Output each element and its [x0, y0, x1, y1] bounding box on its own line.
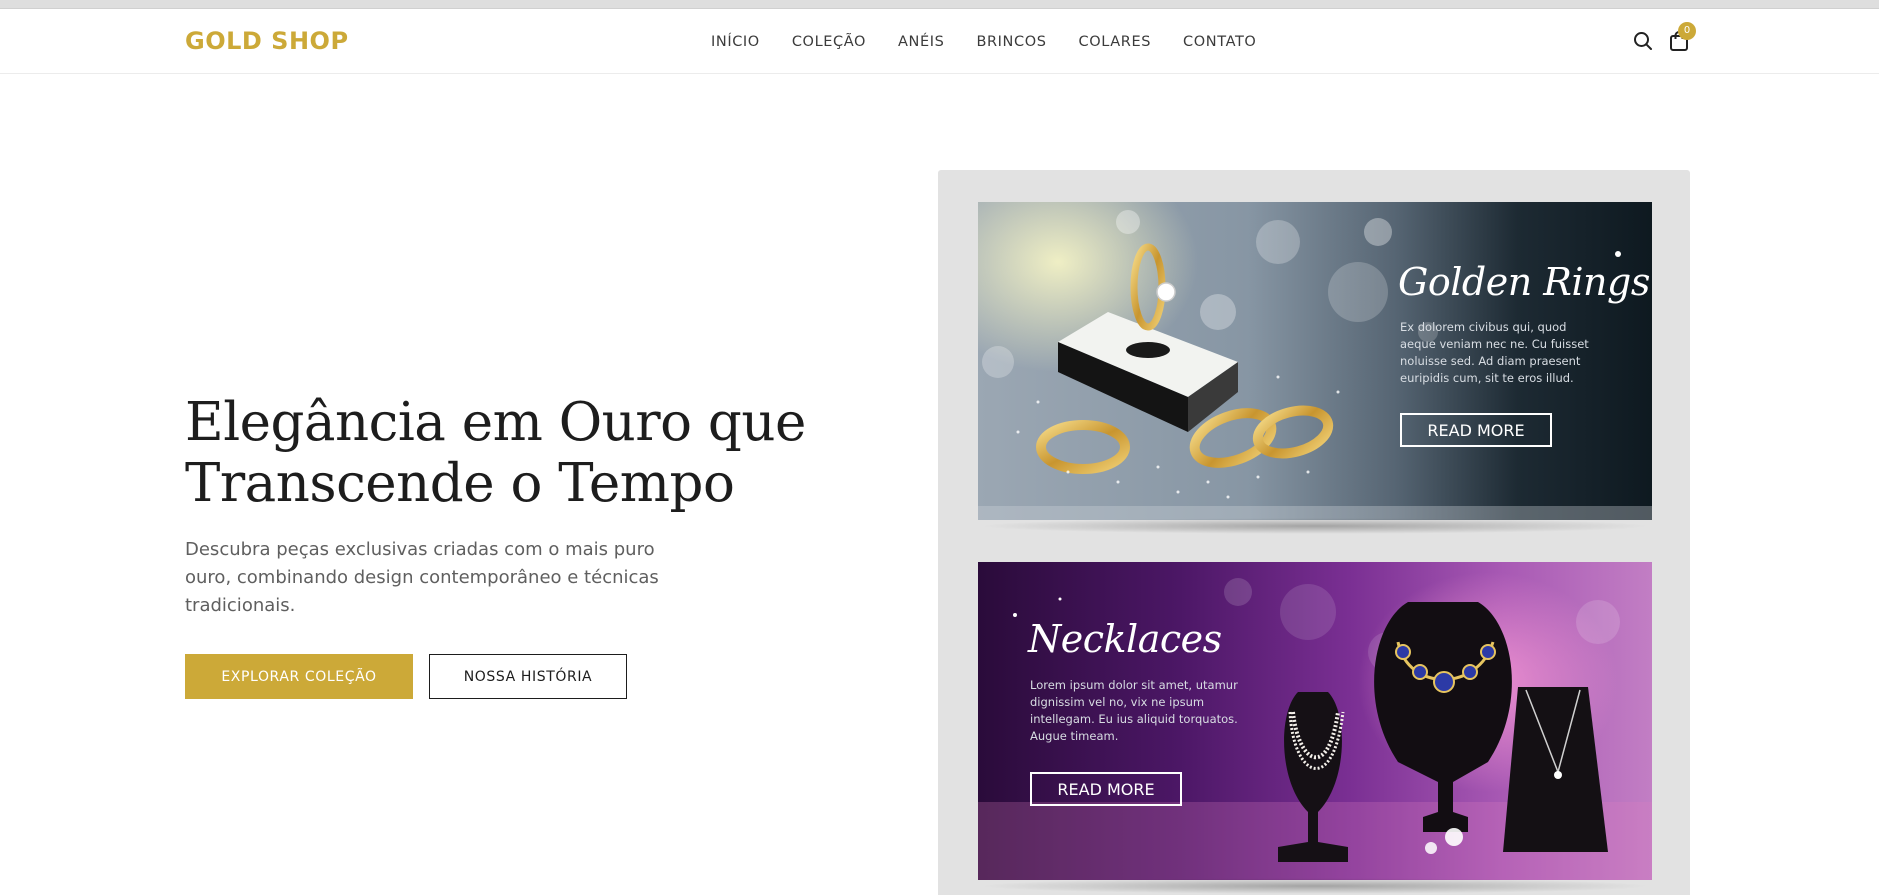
nav-item-aneis[interactable]: ANÉIS: [898, 34, 944, 50]
banner-shadow: [978, 518, 1652, 534]
explore-collection-button[interactable]: EXPLORAR COLEÇÃO: [185, 654, 413, 699]
hero-title-line-1: Elegância em Ouro que: [185, 392, 806, 453]
banner-title-golden-rings: Golden Rings: [1398, 260, 1650, 304]
banner-text-necklaces: Lorem ipsum dolor sit amet, utamur digni…: [1030, 678, 1238, 743]
search-icon[interactable]: [1631, 28, 1655, 54]
hero-title-line-2: Transcende o Tempo: [185, 453, 735, 514]
necklaces-banner[interactable]: Necklaces Lorem ipsum dolor sit amet, ut…: [978, 562, 1652, 880]
golden-rings-banner[interactable]: Golden Rings Ex dolorem civibus qui, quo…: [978, 202, 1652, 520]
nav-item-contato[interactable]: CONTATO: [1183, 34, 1256, 50]
banner-title-necklaces: Necklaces: [1028, 617, 1222, 661]
read-more-necklaces-button[interactable]: READ MORE: [1030, 772, 1182, 806]
nav-item-colares[interactable]: COLARES: [1079, 34, 1152, 50]
browser-top-strip: [0, 0, 1879, 9]
banner-text-golden-rings: Ex dolorem civibus qui, quod aeque venia…: [1400, 320, 1589, 385]
read-more-rings-button[interactable]: READ MORE: [1400, 413, 1552, 447]
banner-shadow: [978, 878, 1652, 894]
nav-item-inicio[interactable]: INÍCIO: [711, 34, 760, 50]
main-nav: INÍCIO COLEÇÃO ANÉIS BRINCOS COLARES CON…: [711, 9, 1288, 74]
brand-logo[interactable]: GOLD SHOP: [185, 27, 349, 55]
site-header: GOLD SHOP INÍCIO COLEÇÃO ANÉIS BRINCOS C…: [0, 9, 1879, 74]
our-story-button[interactable]: NOSSA HISTÓRIA: [429, 654, 627, 699]
nav-item-brincos[interactable]: BRINCOS: [976, 34, 1046, 50]
nav-item-colecao[interactable]: COLEÇÃO: [792, 34, 866, 50]
banner-showcase: Golden Rings Ex dolorem civibus qui, quo…: [938, 170, 1690, 895]
hero-subtitle: Descubra peças exclusivas criadas com o …: [185, 539, 659, 616]
cart-count-badge: 0: [1678, 22, 1696, 40]
hero-title: Elegância em Ouro que Transcende o Tempo: [185, 392, 825, 514]
